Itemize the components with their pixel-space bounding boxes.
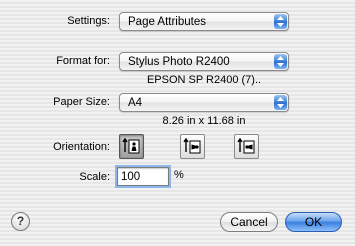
paper-size-value: A4 xyxy=(128,97,143,109)
help-button[interactable]: ? xyxy=(11,212,30,231)
portrait-orientation-icon xyxy=(122,137,140,154)
popup-arrows-icon xyxy=(274,54,287,69)
paper-size-label: Paper Size: xyxy=(53,96,110,108)
orientation-landscape-right-button[interactable] xyxy=(234,134,259,159)
settings-label: Settings: xyxy=(67,15,110,27)
scale-unit: % xyxy=(174,169,184,181)
cancel-button[interactable]: Cancel xyxy=(220,212,278,232)
printer-info: EPSON SP R2400 (7).. xyxy=(146,74,262,86)
ok-button[interactable]: OK xyxy=(285,212,342,232)
orientation-landscape-left-button[interactable] xyxy=(180,134,205,159)
format-for-value: Stylus Photo R2400 xyxy=(128,56,230,68)
scale-label: Scale: xyxy=(79,171,110,183)
orientation-label: Orientation: xyxy=(53,141,110,153)
format-for-popup[interactable]: Stylus Photo R2400 xyxy=(119,52,289,71)
settings-value: Page Attributes xyxy=(128,16,206,28)
paper-dimensions: 8.26 in x 11.68 in xyxy=(162,115,246,127)
paper-size-popup[interactable]: A4 xyxy=(119,93,289,112)
page-setup-dialog: { "settings": { "label": "Settings:", "v… xyxy=(0,0,355,246)
format-for-label: Format for: xyxy=(56,55,110,67)
scale-input[interactable] xyxy=(117,167,169,186)
landscape-left-orientation-icon xyxy=(183,137,201,154)
settings-popup[interactable]: Page Attributes xyxy=(119,12,289,31)
popup-arrows-icon xyxy=(274,95,287,110)
orientation-portrait-button[interactable] xyxy=(119,134,144,159)
landscape-right-orientation-icon xyxy=(237,137,255,154)
popup-arrows-icon xyxy=(274,14,287,29)
